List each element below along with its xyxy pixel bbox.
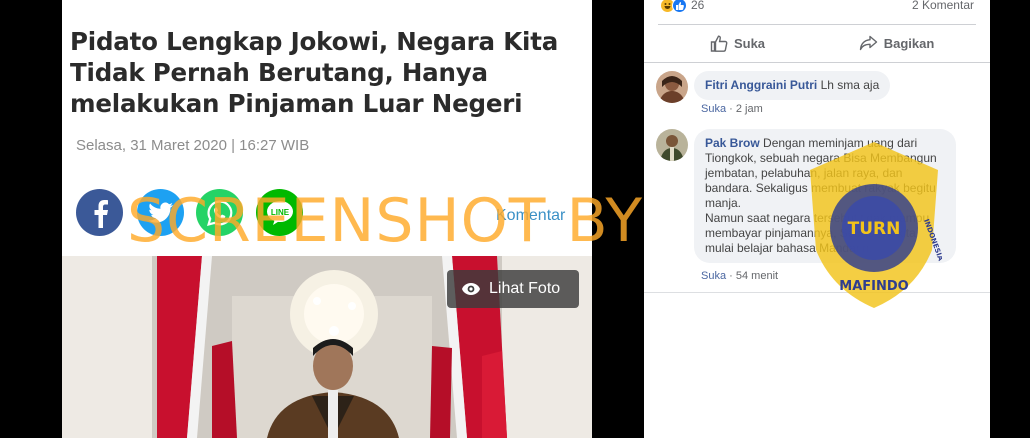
comment-count[interactable]: 2 Komentar <box>912 0 974 12</box>
twitter-icon <box>148 201 173 223</box>
facebook-share-button[interactable] <box>76 189 123 236</box>
reaction-stats: 26 2 Komentar <box>660 0 974 14</box>
post-actions: Suka Bagikan <box>658 26 976 60</box>
reaction-count[interactable]: 26 <box>691 0 704 12</box>
divider <box>644 62 990 63</box>
whatsapp-share-button[interactable] <box>196 189 243 236</box>
avatar[interactable] <box>656 71 688 103</box>
comment-text: Lh sma aja <box>820 78 880 92</box>
komentar-link[interactable]: Komentar <box>496 207 565 225</box>
divider <box>658 24 976 25</box>
eye-icon <box>462 283 480 295</box>
share-button[interactable]: Bagikan <box>817 26 976 60</box>
comment-text-continued: Namun saat negara tersebut tidak mampu m… <box>705 211 930 255</box>
comment-meta: Suka · 2 jam <box>701 103 763 115</box>
comment-meta: Suka · 54 menit <box>701 270 779 282</box>
facebook-comments-panel: 26 2 Komentar Suka Bagikan Fitri Anggrai… <box>644 0 990 438</box>
comment-author[interactable]: Pak Brow <box>705 136 760 150</box>
comment-bubble: Fitri Anggraini Putri Lh sma aja <box>694 71 891 100</box>
avatar[interactable] <box>656 129 688 161</box>
like-label: Suka <box>733 35 766 51</box>
line-icon: LINE <box>266 200 293 225</box>
share-label: Bagikan <box>883 35 935 51</box>
comment-time[interactable]: 2 jam <box>736 103 763 115</box>
facebook-icon <box>94 199 108 228</box>
lihat-foto-label: Lihat Foto <box>489 280 561 297</box>
twitter-share-button[interactable] <box>137 189 184 236</box>
like-reaction-icon <box>672 0 687 13</box>
like-button[interactable]: Suka <box>658 26 817 60</box>
news-article: Pidato Lengkap Jokowi, Negara Kita Tidak… <box>62 0 592 438</box>
lihat-foto-button[interactable]: Lihat Foto <box>447 270 579 308</box>
share-arrow-icon <box>859 35 877 51</box>
comment-time[interactable]: 54 menit <box>736 270 778 282</box>
article-headline: Pidato Lengkap Jokowi, Negara Kita Tidak… <box>70 27 559 118</box>
comment-like-link[interactable]: Suka <box>701 270 726 282</box>
comment-bubble: Pak Brow Dengan meminjam uang dari Tiong… <box>694 129 956 263</box>
whatsapp-icon <box>206 199 232 226</box>
thumbs-up-icon <box>710 34 728 52</box>
article-dateline: Selasa, 31 Maret 2020 | 16:27 WIB <box>76 137 310 154</box>
reaction-icons[interactable] <box>660 0 687 13</box>
comment-like-link[interactable]: Suka <box>701 103 726 115</box>
divider <box>644 292 990 293</box>
comment-author[interactable]: Fitri Anggraini Putri <box>705 78 817 92</box>
article-photo[interactable]: Lihat Foto <box>62 256 592 438</box>
line-share-button[interactable]: LINE <box>256 189 303 236</box>
line-icon-text: LINE <box>270 208 289 217</box>
